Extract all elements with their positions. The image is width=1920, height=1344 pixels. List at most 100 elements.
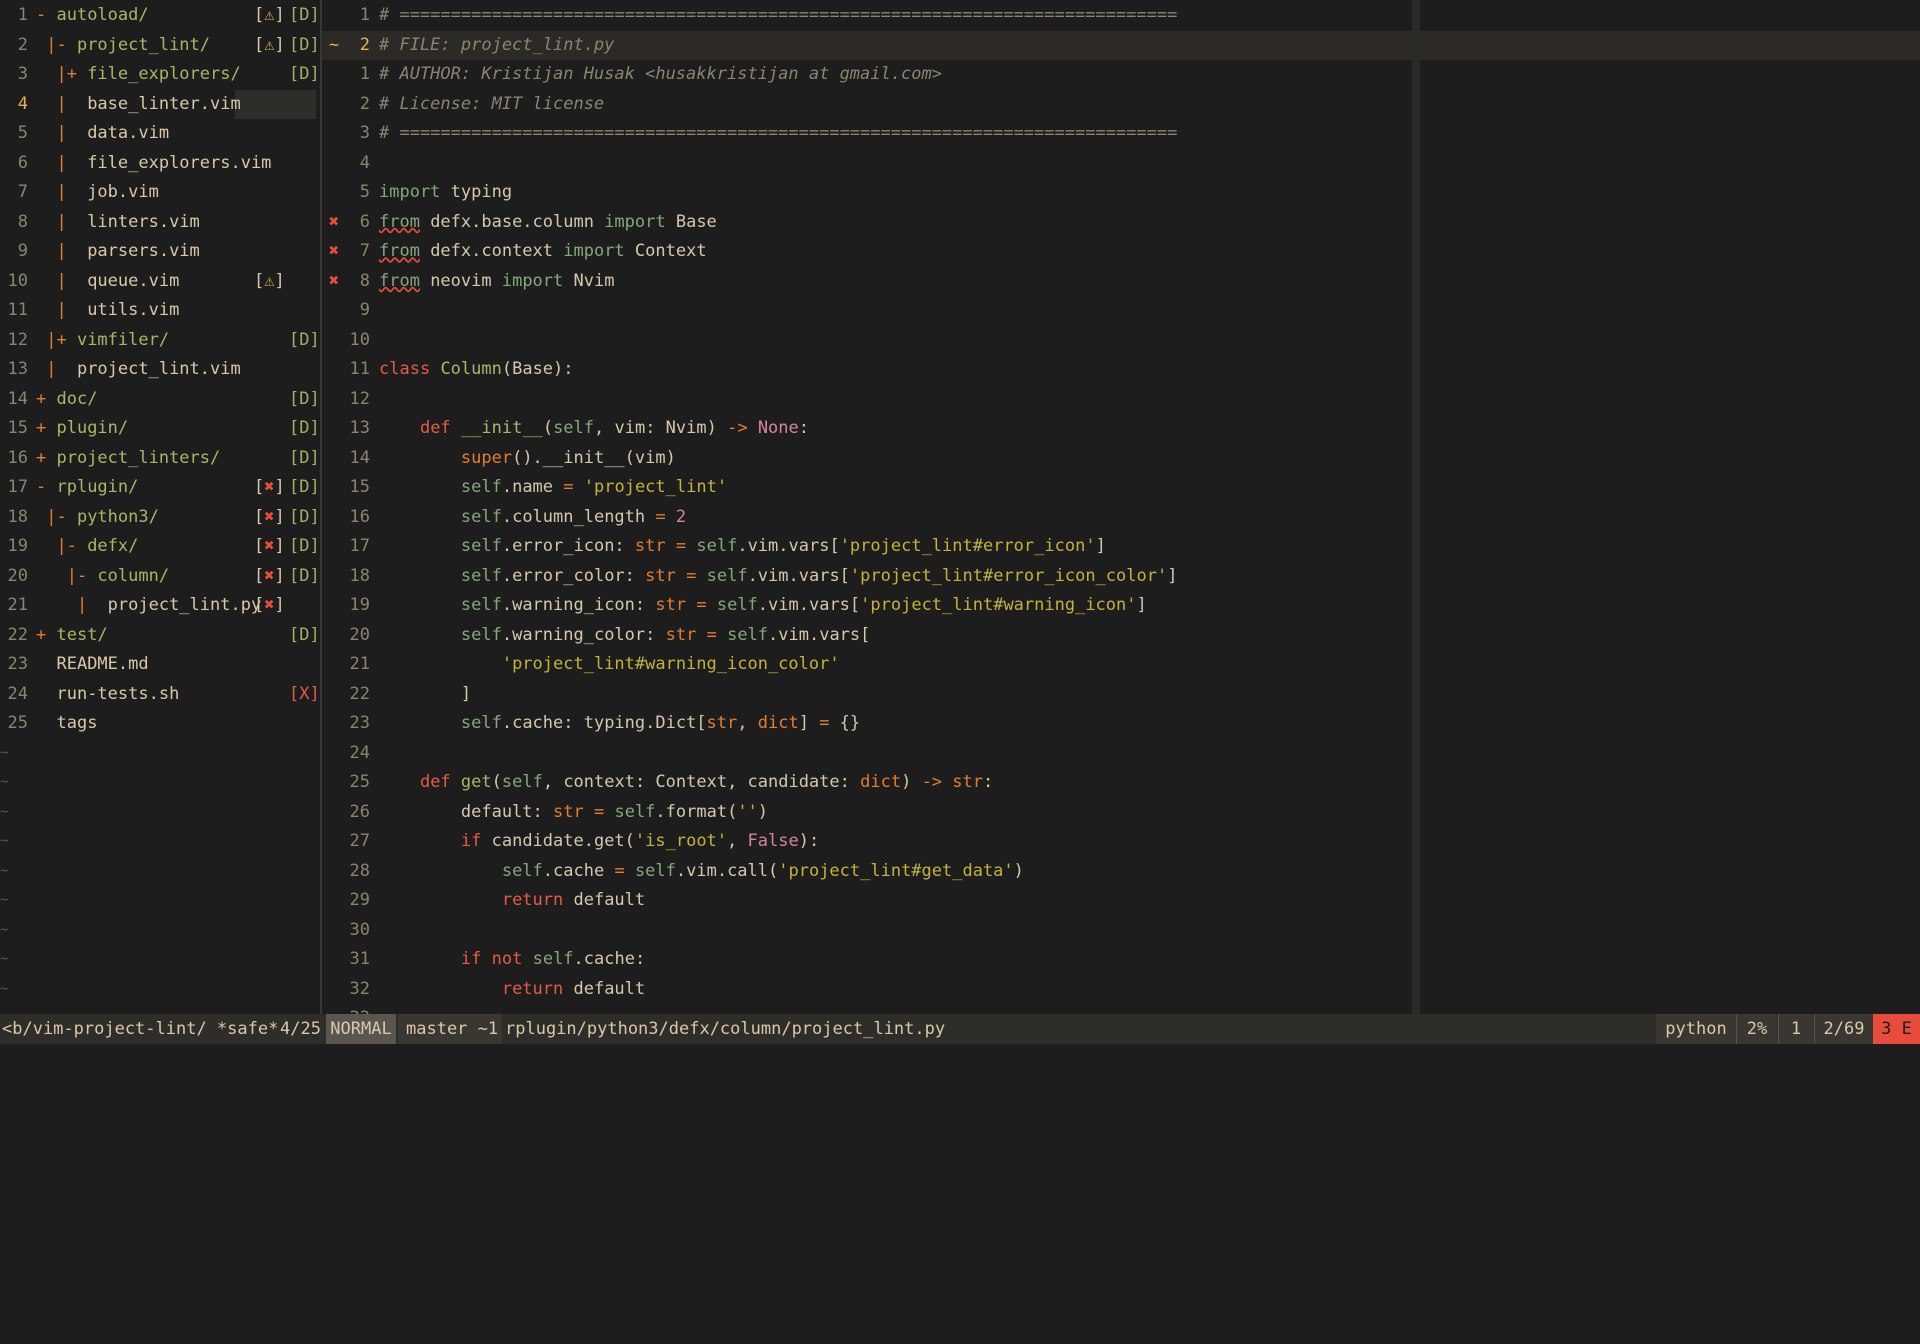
tree-file[interactable]: tags — [36, 709, 97, 738]
code-line[interactable]: 14 super().__init__(vim) — [322, 444, 1920, 473]
code-text[interactable]: # FILE: project_lint.py — [379, 31, 614, 60]
tree-directory[interactable]: |- python3/ — [36, 503, 159, 532]
tree-row[interactable]: 20 |- column/ [✖] [D] — [0, 562, 320, 591]
code-text[interactable]: self.warning_icon: str = self.vim.vars['… — [379, 591, 1147, 620]
code-text[interactable]: # ======================================… — [379, 119, 1177, 148]
code-text[interactable]: import typing — [379, 178, 512, 207]
code-line[interactable]: 25 def get(self, context: Context, candi… — [322, 768, 1920, 797]
code-text[interactable]: self.column_length = 2 — [379, 503, 686, 532]
code-text[interactable]: self.cache = self.vim.call('project_lint… — [379, 857, 1024, 886]
code-line[interactable]: 20 self.warning_color: str = self.vim.va… — [322, 621, 1920, 650]
code-line[interactable]: 19 self.warning_icon: str = self.vim.var… — [322, 591, 1920, 620]
code-text[interactable]: class Column(Base): — [379, 355, 574, 384]
code-line[interactable]: 21 'project_lint#warning_icon_color' — [322, 650, 1920, 679]
code-line[interactable]: ✖ 6 from defx.base.column import Base — [322, 208, 1920, 237]
tree-file[interactable]: README.md — [36, 650, 148, 679]
code-line[interactable]: ✖ 7 from defx.context import Context — [322, 237, 1920, 266]
code-line[interactable]: 31 if not self.cache: — [322, 945, 1920, 974]
code-line[interactable]: 4 — [322, 149, 1920, 178]
code-line[interactable]: 17 self.error_icon: str = self.vim.vars[… — [322, 532, 1920, 561]
code-line[interactable]: 3 # =====================================… — [322, 119, 1920, 148]
tree-file[interactable]: | file_explorers.vim — [36, 149, 271, 178]
tree-directory[interactable]: |- defx/ — [36, 532, 138, 561]
code-text[interactable]: self.cache: typing.Dict[str, dict] = {} — [379, 709, 860, 738]
tree-row[interactable]: 15 + plugin/ [D] — [0, 414, 320, 443]
code-text[interactable]: default: str = self.format('') — [379, 798, 768, 827]
code-text[interactable]: from defx.context import Context — [379, 237, 707, 266]
tree-row[interactable]: 13 | project_lint.vim — [0, 355, 320, 384]
tree-file[interactable]: | utils.vim — [36, 296, 179, 325]
tree-row[interactable]: 18 |- python3/ [✖] [D] — [0, 503, 320, 532]
code-line[interactable]: 30 — [322, 916, 1920, 945]
tree-file[interactable]: run-tests.sh — [36, 680, 179, 709]
code-text[interactable]: # AUTHOR: Kristijan Husak <husakkristija… — [379, 60, 942, 89]
tree-row[interactable]: 11 | utils.vim — [0, 296, 320, 325]
tree-row[interactable]: 12 |+ vimfiler/ [D] — [0, 326, 320, 355]
tree-row[interactable]: 8 | linters.vim — [0, 208, 320, 237]
code-text[interactable]: from neovim import Nvim — [379, 267, 614, 296]
tree-row[interactable]: 17- rplugin/[✖] [D] — [0, 473, 320, 502]
code-text[interactable]: self.error_color: str = self.vim.vars['p… — [379, 562, 1178, 591]
code-line[interactable]: 1 # =====================================… — [322, 1, 1920, 30]
code-text[interactable]: self.name = 'project_lint' — [379, 473, 727, 502]
code-text[interactable]: from defx.base.column import Base — [379, 208, 717, 237]
tree-file[interactable]: | parsers.vim — [36, 237, 199, 266]
code-line[interactable]: 29 return default — [322, 886, 1920, 915]
tree-row[interactable]: 3 |+ file_explorers/ [D] — [0, 60, 320, 89]
tree-row[interactable]: 1- autoload/[⚠] [D] — [0, 1, 320, 30]
tree-directory[interactable]: |+ vimfiler/ — [36, 326, 169, 355]
tree-row[interactable]: 24 run-tests.sh [X] — [0, 680, 320, 709]
code-line[interactable]: ✖ 8 from neovim import Nvim — [322, 267, 1920, 296]
tree-row[interactable]: 25 tags — [0, 709, 320, 738]
tree-row[interactable]: 23 README.md — [0, 650, 320, 679]
code-text[interactable]: # License: MIT license — [379, 90, 604, 119]
tree-directory[interactable]: + project_linters/ — [36, 444, 220, 473]
tree-file[interactable]: | base_linter.vim — [36, 90, 240, 119]
tree-row[interactable]: 10 | queue.vim [⚠] — [0, 267, 320, 296]
tree-row[interactable]: 5 | data.vim — [0, 119, 320, 148]
tree-directory[interactable]: + test/ — [36, 621, 108, 650]
code-line[interactable]: 32 return default — [322, 975, 1920, 1004]
code-text[interactable]: def get(self, context: Context, candidat… — [379, 768, 993, 797]
code-text[interactable]: def __init__(self, vim: Nvim) -> None: — [379, 414, 809, 443]
tree-row[interactable]: 6 | file_explorers.vim — [0, 149, 320, 178]
code-line[interactable]: 1 # AUTHOR: Kristijan Husak <husakkristij… — [322, 60, 1920, 89]
code-line[interactable]: 13 def __init__(self, vim: Nvim) -> None… — [322, 414, 1920, 443]
code-editor-pane[interactable]: 1 # =====================================… — [322, 0, 1920, 1028]
code-line[interactable]: 10 — [322, 326, 1920, 355]
code-line[interactable]: 26 default: str = self.format('') — [322, 798, 1920, 827]
code-text[interactable]: self.warning_color: str = self.vim.vars[ — [379, 621, 871, 650]
code-line[interactable]: 23 self.cache: typing.Dict[str, dict] = … — [322, 709, 1920, 738]
code-line[interactable]: 11 class Column(Base): — [322, 355, 1920, 384]
tree-directory[interactable]: |+ file_explorers/ — [36, 60, 240, 89]
tree-directory[interactable]: - autoload/ — [36, 1, 149, 30]
code-line[interactable]: 22 ] — [322, 680, 1920, 709]
code-line[interactable]: 5 import typing — [322, 178, 1920, 207]
code-text[interactable]: if not self.cache: — [379, 945, 645, 974]
code-text[interactable]: return default — [379, 975, 645, 1004]
code-line[interactable]: 27 if candidate.get('is_root', False): — [322, 827, 1920, 856]
code-line[interactable]: 15 self.name = 'project_lint' — [322, 473, 1920, 502]
code-line[interactable]: 12 — [322, 385, 1920, 414]
tree-file[interactable]: | queue.vim — [36, 267, 179, 296]
code-line[interactable]: ~2 # FILE: project_lint.py — [322, 30, 1920, 60]
code-line[interactable]: 16 self.column_length = 2 — [322, 503, 1920, 532]
tree-file[interactable]: | linters.vim — [36, 208, 199, 237]
code-text[interactable]: if candidate.get('is_root', False): — [379, 827, 819, 856]
code-text[interactable]: ] — [379, 680, 471, 709]
code-line[interactable]: 2 # License: MIT license — [322, 90, 1920, 119]
code-text[interactable]: return default — [379, 886, 645, 915]
tree-row[interactable]: 7 | job.vim — [0, 178, 320, 207]
tree-directory[interactable]: |- project_lint/ — [36, 31, 210, 60]
tree-directory[interactable]: |- column/ — [36, 562, 169, 591]
tree-row[interactable]: 16 + project_linters/ [D] — [0, 444, 320, 473]
tree-row[interactable]: 14 + doc/ [D] — [0, 385, 320, 414]
code-line[interactable]: 9 — [322, 296, 1920, 325]
tree-row[interactable]: 22 + test/ [D] — [0, 621, 320, 650]
code-text[interactable]: self.error_icon: str = self.vim.vars['pr… — [379, 532, 1106, 561]
code-line[interactable]: 28 self.cache = self.vim.call('project_l… — [322, 857, 1920, 886]
code-text[interactable]: # ======================================… — [379, 1, 1177, 30]
code-line[interactable]: 18 self.error_color: str = self.vim.vars… — [322, 562, 1920, 591]
tree-file[interactable]: | data.vim — [36, 119, 169, 148]
tree-file[interactable]: | project_lint.py — [36, 591, 261, 620]
